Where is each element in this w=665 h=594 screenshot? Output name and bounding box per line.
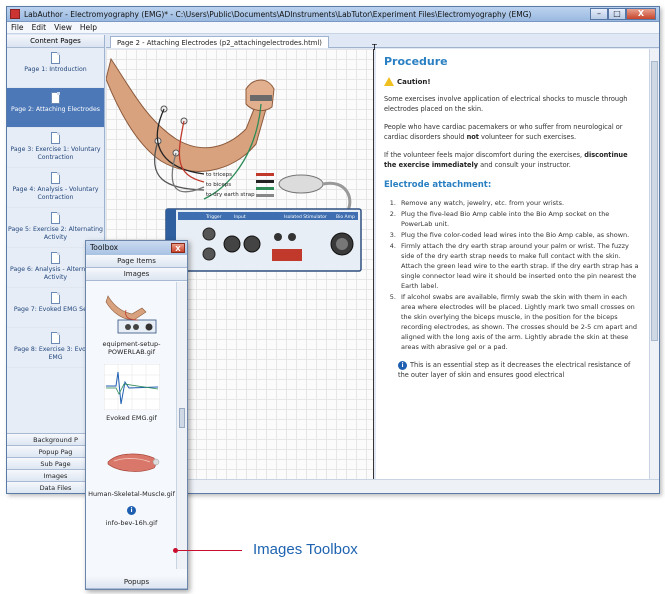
page-item-label: Page 1: Introduction	[24, 66, 87, 73]
warning-icon	[384, 77, 394, 86]
paragraph-pacemakers: People who have cardiac pacemakers or wh…	[384, 123, 623, 141]
arm-illustration	[106, 57, 267, 172]
toolbox-close-button[interactable]: X	[171, 243, 185, 253]
document-tab-strip: Page 2 - Attaching Electrodes (p2_attach…	[106, 35, 659, 48]
page-item-4[interactable]: Page 4: Analysis - Voluntary Contraction	[7, 168, 104, 208]
toolbox-image-info-bev[interactable]: i info-bev-16h.gif	[86, 506, 177, 527]
caution-heading: Caution!	[384, 77, 641, 86]
device-label-bio-amp: Bio Amp	[336, 214, 355, 220]
info-note: i This is an essential step as it decreas…	[398, 361, 631, 379]
app-icon	[10, 9, 20, 19]
electrode-steps-list: Remove any watch, jewelry, etc. from you…	[384, 198, 641, 352]
title-bar[interactable]: LabAuthor - Electromyography (EMG)* - C:…	[7, 7, 659, 22]
page-document-icon	[51, 132, 60, 144]
evoked-emg-thumbnail	[103, 364, 160, 410]
info-icon: i	[398, 361, 407, 370]
page-document-icon	[51, 332, 60, 344]
info-bev-label: info-bev-16h.gif	[105, 519, 158, 527]
device-label-trigger: Trigger	[205, 214, 222, 220]
label-to-dry-earth-strap: to dry earth strap	[206, 192, 255, 198]
page-item-1[interactable]: Page 1: Introduction	[7, 48, 104, 88]
window-controls: – □ X	[590, 8, 656, 20]
page-item-label: Page 2: Attaching Electrodes	[11, 106, 100, 113]
toolbox-section-page-items[interactable]: Page Items	[86, 255, 187, 268]
vertical-scrollbar[interactable]	[649, 49, 659, 479]
electrode-attachment-heading: Electrode attachment:	[384, 180, 492, 190]
toolbox-titlebar[interactable]: Toolbox X	[86, 241, 187, 255]
evoked-emg-label: Evoked EMG.gif	[106, 414, 157, 422]
label-to-triceps: to triceps	[206, 172, 232, 178]
document-tab[interactable]: Page 2 - Attaching Electrodes (p2_attach…	[110, 36, 329, 48]
toolbox-scrollbar[interactable]	[176, 282, 187, 569]
content-pages-header: Content Pages	[7, 35, 104, 48]
toolbox-image-human-skeletal-muscle[interactable]: Human-Skeletal-Muscle.gif	[86, 440, 177, 498]
lead-connectors	[256, 173, 274, 197]
maximize-button[interactable]: □	[608, 8, 626, 20]
page-document-icon	[51, 212, 60, 224]
human-skeletal-muscle-thumbnail	[107, 453, 159, 472]
caution-label: Caution!	[397, 77, 431, 86]
page-item-label: Page 4: Analysis - Voluntary Contraction	[12, 186, 99, 201]
info-bev-icon: i	[127, 506, 136, 515]
toolbox-window: Toolbox X Page Items Images equipment-se…	[85, 240, 188, 590]
device-label-isolated-stimulator: Isolated Stimulator	[284, 214, 327, 220]
toolbox-title: Toolbox	[90, 243, 119, 252]
minimize-button[interactable]: –	[590, 8, 608, 20]
menu-edit[interactable]: Edit	[32, 23, 47, 32]
procedure-text-pane[interactable]: Procedure Caution! Some exercises involv…	[376, 49, 649, 479]
paragraph-electric-shocks: Some exercises involve application of el…	[384, 95, 628, 113]
toolbox-image-list: equipment-setup-POWERLAB.gif Evoked EMG.…	[86, 282, 177, 569]
toolbox-section-popups[interactable]: Popups	[86, 576, 187, 589]
powerlab-header	[178, 212, 358, 220]
step-5: If alcohol swabs are available, firmly s…	[398, 292, 641, 352]
page-item-3[interactable]: Page 3: Exercise 1: Voluntary Contractio…	[7, 128, 104, 168]
earth-strap	[250, 95, 272, 101]
page-item-2[interactable]: Page 2: Attaching Electrodes	[7, 88, 104, 128]
label-to-biceps: to biceps	[206, 182, 231, 188]
human-skeletal-muscle-label: Human-Skeletal-Muscle.gif	[88, 490, 175, 498]
toolbox-section-images[interactable]: Images	[86, 268, 187, 281]
toolbox-scroll-thumb[interactable]	[179, 408, 185, 428]
menu-bar: File Edit View Help	[7, 22, 659, 34]
procedure-title: Procedure	[384, 55, 448, 68]
page-document-icon	[51, 92, 60, 104]
page-document-icon	[51, 52, 60, 64]
menu-file[interactable]: File	[11, 23, 24, 32]
device-label-input: Input	[234, 214, 246, 220]
toolbox-image-equipment-setup[interactable]: equipment-setup-POWERLAB.gif	[86, 290, 177, 356]
callout-label: Images Toolbox	[253, 541, 358, 558]
menu-view[interactable]: View	[54, 23, 72, 32]
paragraph-discomfort: If the volunteer feels major discomfort …	[384, 151, 628, 169]
step-2: Plug the five-lead Bio Amp cable into th…	[398, 209, 641, 229]
close-button[interactable]: X	[626, 8, 656, 20]
page-document-icon	[51, 172, 60, 184]
equipment-setup-label: equipment-setup-POWERLAB.gif	[102, 340, 161, 356]
bio-amp-cable-head	[278, 174, 324, 194]
page-item-label: Page 3: Exercise 1: Voluntary Contractio…	[10, 146, 101, 161]
callout-line	[178, 550, 242, 551]
toolbox-image-evoked-emg[interactable]: Evoked EMG.gif	[86, 364, 177, 422]
step-3: Plug the five color-coded lead wires int…	[398, 230, 641, 240]
step-1: Remove any watch, jewelry, etc. from you…	[398, 198, 641, 208]
menu-help[interactable]: Help	[80, 23, 97, 32]
page-document-icon	[51, 252, 60, 264]
step-4: Firmly attach the dry earth strap around…	[398, 241, 641, 291]
horizontal-scrollbar[interactable]	[106, 479, 659, 493]
page-document-icon	[51, 292, 60, 304]
page-item-label: Page 5: Exercise 2: Alternating Activity	[8, 226, 103, 241]
window-title: LabAuthor - Electromyography (EMG)* - C:…	[24, 9, 532, 19]
vertical-scroll-thumb[interactable]	[651, 61, 658, 341]
equipment-setup-thumbnail	[105, 295, 156, 334]
